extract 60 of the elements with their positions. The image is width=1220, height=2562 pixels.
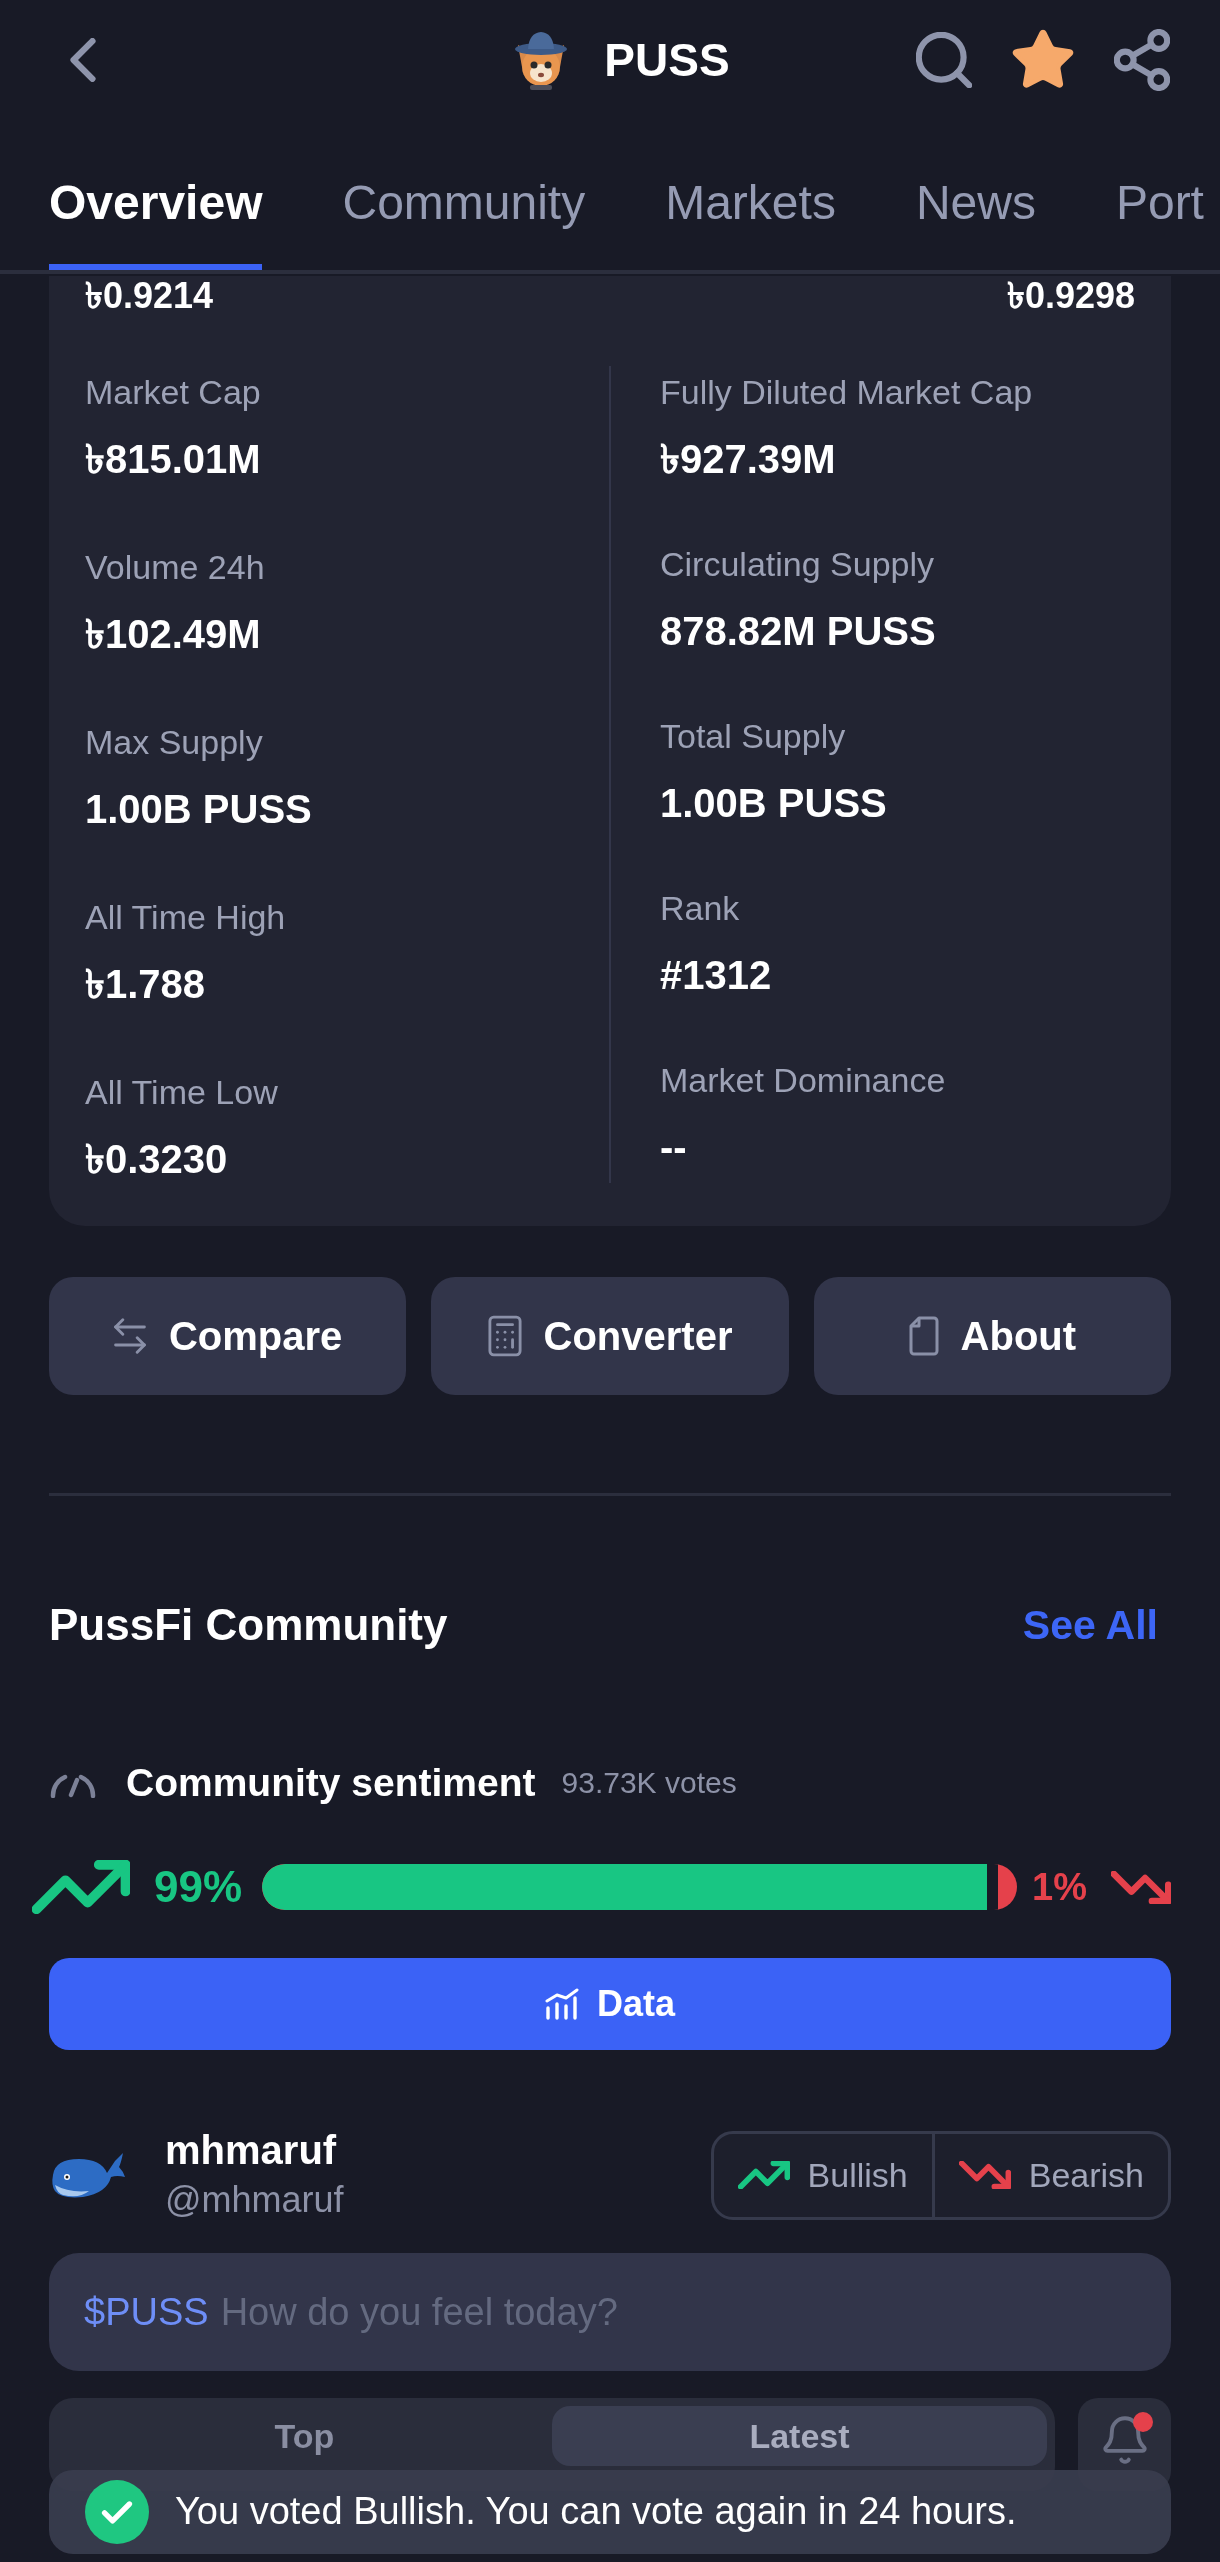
arrows-left-right-icon <box>112 1318 147 1354</box>
bullish-percent: 99% <box>154 1862 243 1912</box>
trend-up-icon <box>737 2161 790 2189</box>
trend-up-icon <box>32 1860 130 1914</box>
price-low: ৳0.9214 <box>85 276 214 316</box>
tab[interactable]: News <box>915 140 1036 270</box>
converter-button[interactable]: Converter <box>431 1277 789 1395</box>
ticker-tag: $PUSS <box>84 2290 209 2334</box>
bearish-percent: 1% <box>1032 1865 1087 1909</box>
bar-chart-icon <box>545 1988 579 2020</box>
stat-label: Max Supply <box>85 722 264 763</box>
feed-tab[interactable]: Latest <box>552 2406 1047 2466</box>
stat-value: 1.00B PUSS <box>660 780 888 827</box>
tab[interactable]: Port <box>1115 140 1204 270</box>
feed-tab[interactable]: Top <box>57 2406 552 2466</box>
sentiment-title: Community sentiment <box>126 1760 536 1806</box>
about-button[interactable]: About <box>813 1277 1171 1395</box>
stat-value: ৳1.788 <box>85 961 207 1008</box>
stat-label: Circulating Supply <box>660 544 936 585</box>
stat-label: Total Supply <box>660 716 847 757</box>
document-icon <box>908 1316 939 1356</box>
stat-label: All Time High <box>85 897 287 938</box>
stat-value: #1312 <box>660 952 773 999</box>
price-high: ৳0.9298 <box>1006 276 1135 316</box>
vote-count: 93.73K votes <box>561 1765 737 1801</box>
bell-icon <box>1102 2416 1147 2464</box>
stat-value: ৳102.49M <box>85 611 262 658</box>
tab[interactable]: Markets <box>665 140 836 270</box>
search-icon[interactable] <box>916 32 972 88</box>
stat-value: ৳927.39M <box>660 436 837 483</box>
star-icon[interactable] <box>1012 29 1074 91</box>
bearish-button[interactable]: Bearish <box>931 2133 1168 2217</box>
stat-value: ৳0.3230 <box>85 1136 229 1183</box>
tab[interactable]: Overview <box>49 140 263 270</box>
stat-value: 878.82M PUSS <box>660 608 937 655</box>
compare-button[interactable]: Compare <box>49 1277 407 1395</box>
trend-down-icon <box>958 2161 1011 2189</box>
trend-down-icon <box>1111 1870 1171 1904</box>
tab[interactable]: Community <box>342 140 586 270</box>
user-handle: @mhmaruf <box>165 2178 344 2222</box>
stat-value: ৳815.01M <box>85 436 262 483</box>
stat-label: All Time Low <box>85 1072 279 1113</box>
stat-label: Rank <box>660 888 741 929</box>
calculator-icon <box>487 1315 522 1357</box>
stat-label: Fully Diluted Market Cap <box>660 372 1034 413</box>
check-circle-icon <box>85 2480 149 2544</box>
stat-value: 1.00B PUSS <box>85 786 313 833</box>
data-button[interactable]: Data <box>49 1958 1171 2050</box>
user-name: mhmaruf <box>165 2127 338 2174</box>
section-title: PussFi Community <box>49 1599 448 1651</box>
coin-title: PUSS <box>604 33 730 88</box>
stat-label: Volume 24h <box>85 547 266 588</box>
stat-label: Market Dominance <box>660 1060 947 1101</box>
bullish-button[interactable]: Bullish <box>713 2133 932 2217</box>
toast-message: You voted Bullish. You can vote again in 24 hours. <box>175 2491 1017 2533</box>
stat-label: Market Cap <box>85 372 262 413</box>
see-all-link[interactable]: See All <box>1022 1601 1158 1649</box>
back-icon[interactable] <box>70 38 96 82</box>
stat-value: -- <box>660 1124 688 1171</box>
share-icon[interactable] <box>1114 29 1170 91</box>
